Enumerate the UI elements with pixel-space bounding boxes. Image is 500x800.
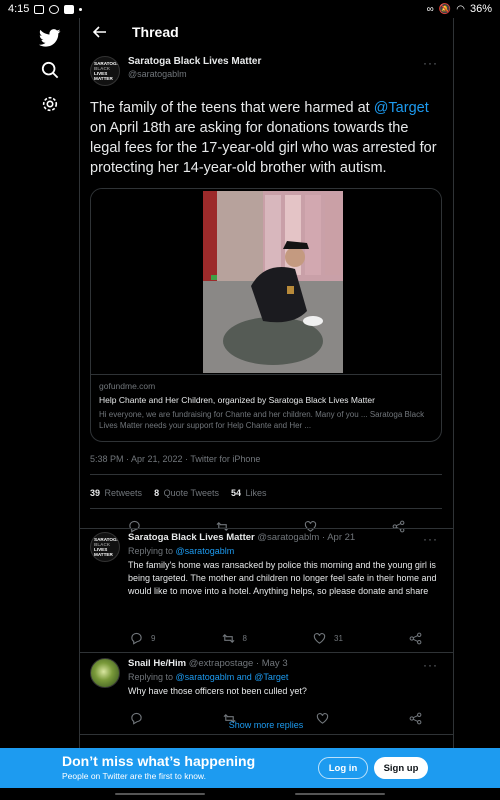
- avatar[interactable]: [90, 658, 120, 688]
- signup-button[interactable]: Sign up: [374, 757, 428, 779]
- reply-meta: @extrapostage · May 3: [188, 658, 288, 669]
- page-title: Thread: [132, 24, 179, 40]
- retweets-count: 39: [90, 488, 101, 498]
- status-time: 4:15: [8, 3, 30, 15]
- quotes-stat[interactable]: 8 Quote Tweets: [154, 488, 219, 498]
- likes-count: 54: [230, 488, 241, 498]
- battery-level: 36%: [469, 3, 492, 15]
- divider: [90, 508, 442, 509]
- reply-text: Why have those officers not been culled …: [128, 686, 307, 696]
- thread-header: Thread: [80, 18, 453, 46]
- card-domain: gofundme.com: [99, 381, 156, 391]
- quotes-label: Quote Tweets: [163, 488, 219, 498]
- like-icon: [313, 633, 326, 644]
- thread-column: Thread SARATOGA BLACK LIVES MATTER Sarat…: [80, 18, 454, 748]
- likes-stat[interactable]: 54 Likes: [231, 488, 267, 498]
- share-button[interactable]: [409, 632, 422, 645]
- nav-rail: [0, 18, 80, 748]
- tweet-timestamp[interactable]: 5:38 PM · Apr 21, 2022 · Twitter for iPh…: [90, 454, 260, 464]
- twitter-bird-icon[interactable]: [36, 24, 64, 52]
- system-nav-bar: [0, 788, 500, 800]
- tweet-stats: 39 Retweets 8 Quote Tweets 54 Likes: [90, 488, 267, 498]
- replying-label: Replying to: [128, 546, 174, 556]
- dot-icon: [79, 7, 83, 11]
- reply-actions: 9 8 31: [130, 632, 442, 645]
- mute-icon: 🔕: [438, 3, 452, 15]
- reply-count: 9: [151, 634, 156, 643]
- retweets-label: Retweets: [104, 488, 143, 498]
- tweet-text-part: The family of the teens that were harmed…: [90, 100, 374, 116]
- share-icon: [409, 632, 422, 645]
- replying-to-link[interactable]: @saratogablm and @Target: [176, 672, 289, 682]
- signup-banner: Don’t miss what’s happening People on Tw…: [0, 748, 500, 788]
- reply-author-name[interactable]: Saratoga Black Lives Matter: [128, 532, 255, 543]
- login-button[interactable]: Log in: [318, 757, 368, 779]
- link-card[interactable]: gofundme.com Help Chante and Her Childre…: [90, 188, 442, 442]
- avatar[interactable]: SARATOGA BLACK LIVES MATTER: [90, 532, 120, 562]
- replying-to-link[interactable]: @saratogablm: [176, 546, 235, 556]
- likes-label: Likes: [245, 488, 267, 498]
- banner-title: Don’t miss what’s happening: [62, 753, 256, 769]
- avatar[interactable]: SARATOGA BLACK LIVES MATTER: [90, 56, 120, 86]
- notification-icon: [34, 4, 45, 14]
- card-image: [91, 189, 441, 375]
- more-options-icon[interactable]: ···: [423, 532, 438, 546]
- reply-text: The family's home was ransacked by polic…: [128, 560, 437, 596]
- like-button[interactable]: 31: [313, 632, 343, 645]
- status-bar: 4:15 ∞ 🔕 ◠ 36%: [0, 0, 500, 18]
- retweet-icon: [222, 633, 234, 644]
- gear-icon[interactable]: [36, 90, 64, 118]
- notification-icon: [49, 4, 60, 14]
- divider: [80, 528, 453, 529]
- divider: [80, 734, 453, 735]
- like-count: 31: [334, 634, 343, 643]
- quotes-count: 8: [154, 488, 160, 498]
- search-icon[interactable]: [36, 56, 64, 84]
- divider: [80, 652, 453, 653]
- card-photo: [203, 191, 343, 373]
- card-title: Help Chante and Her Children, organized …: [99, 395, 375, 405]
- reply-icon: [131, 632, 142, 645]
- more-options-icon[interactable]: ···: [423, 56, 438, 70]
- tweet-text: The family of the teens that were harmed…: [90, 98, 442, 178]
- link-icon: ∞: [426, 3, 434, 15]
- nav-handle[interactable]: [115, 793, 205, 795]
- mention-link[interactable]: @Target: [374, 100, 429, 116]
- author-name[interactable]: Saratoga Black Lives Matter: [128, 56, 261, 67]
- more-options-icon[interactable]: ···: [423, 658, 438, 672]
- reply-author-name[interactable]: Snail He/Him: [128, 658, 186, 669]
- author-handle[interactable]: @saratogablm: [128, 69, 261, 79]
- reply-tweet[interactable]: SARATOGA BLACK LIVES MATTER Saratoga Bla…: [90, 532, 442, 645]
- youtube-icon: [64, 4, 75, 14]
- retweets-stat[interactable]: 39 Retweets: [90, 488, 142, 498]
- reply-meta: @saratogablm · Apr 21: [257, 532, 356, 543]
- retweet-button[interactable]: 8: [222, 632, 247, 645]
- back-arrow-icon[interactable]: [90, 22, 110, 42]
- divider: [90, 474, 442, 475]
- retweet-count: 8: [242, 634, 247, 643]
- nav-handle[interactable]: [295, 793, 385, 795]
- show-more-replies-link[interactable]: Show more replies: [80, 720, 452, 730]
- card-description: Hi everyone, we are fundraising for Chan…: [99, 410, 425, 430]
- wifi-icon: ◠: [456, 3, 465, 15]
- banner-subtitle: People on Twitter are the first to know.: [62, 771, 206, 781]
- avatar-text: MATTER: [94, 76, 113, 81]
- reply-button[interactable]: 9: [130, 632, 155, 645]
- tweet-text-part: on April 18th are asking for donations t…: [90, 120, 437, 176]
- reply-tweet[interactable]: Snail He/Him @extrapostage · May 3 Reply…: [90, 658, 442, 725]
- replying-label: Replying to: [128, 672, 174, 682]
- main-tweet: SARATOGA BLACK LIVES MATTER Saratoga Bla…: [90, 56, 442, 533]
- avatar-text: MATTER: [94, 552, 113, 557]
